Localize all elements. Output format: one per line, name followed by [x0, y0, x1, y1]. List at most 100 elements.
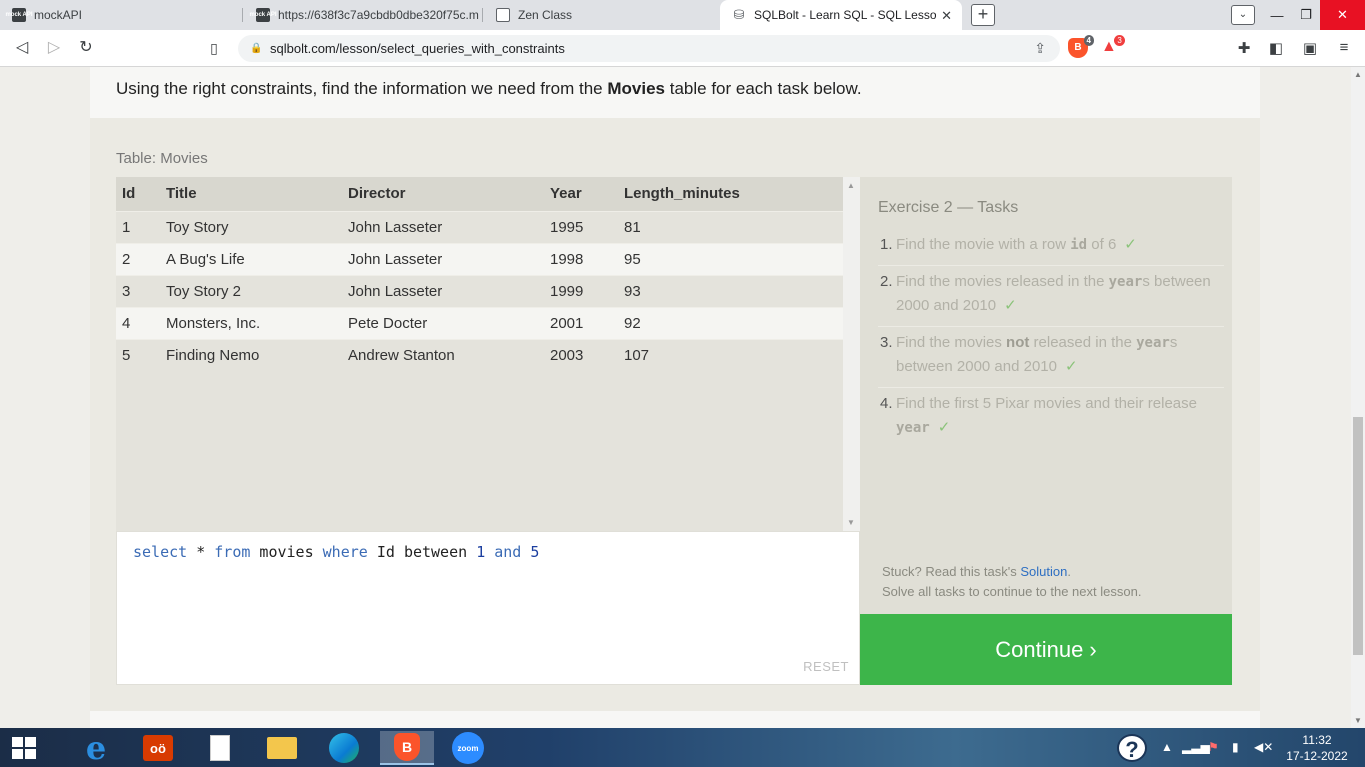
- scroll-up-arrow-icon[interactable]: ▲: [847, 181, 855, 190]
- table-scrollbar[interactable]: ▲ ▼: [843, 177, 860, 531]
- column-header: Id: [116, 177, 160, 211]
- task-code: year: [896, 420, 930, 436]
- task-text: Find the movie with a row: [896, 236, 1071, 253]
- check-icon: ✓: [937, 419, 951, 436]
- bookmark-icon[interactable]: ▯: [202, 37, 226, 59]
- sql-code[interactable]: select * from movies where Id between 1 …: [133, 543, 539, 561]
- table-cell: John Lasseter: [342, 274, 544, 307]
- close-tab-icon[interactable]: ✕: [941, 8, 952, 24]
- reset-button[interactable]: RESET: [803, 659, 849, 674]
- sidebar-icon[interactable]: ◧: [1266, 39, 1286, 57]
- tab-title: SQLBolt - Learn SQL - SQL Lesson: [754, 8, 936, 22]
- table-caption: Table: Movies: [116, 150, 208, 167]
- table-cell: 95: [618, 242, 843, 275]
- menu-icon[interactable]: ≡: [1334, 39, 1354, 56]
- intro-text: table for each task below.: [665, 79, 862, 98]
- url-bar[interactable]: 🔒 sqlbolt.com/lesson/select_queries_with…: [238, 35, 1060, 62]
- scroll-up-arrow-icon[interactable]: ▲: [1354, 70, 1362, 79]
- tab-separator: [242, 8, 243, 22]
- task-text: Find the first 5 Pixar movies and their …: [896, 395, 1197, 412]
- internet-explorer-icon[interactable]: e: [74, 729, 118, 767]
- database-icon: ⛁: [733, 7, 745, 22]
- tab-title: Zen Class: [518, 8, 573, 22]
- brave-browser-icon[interactable]: B: [380, 731, 434, 765]
- table-cell: Andrew Stanton: [342, 338, 544, 371]
- tab-search-button[interactable]: ⌄: [1231, 5, 1255, 25]
- tab-zen-class[interactable]: Zen Class: [484, 0, 718, 30]
- task-text: released in the: [1029, 334, 1137, 351]
- column-header: Director: [342, 177, 544, 211]
- sql-token: Id: [367, 543, 404, 561]
- lock-icon: 🔒: [250, 42, 263, 54]
- zoom-app-icon[interactable]: zoom: [446, 731, 490, 765]
- solution-link[interactable]: Solution: [1020, 564, 1067, 579]
- network-signal-icon[interactable]: ▂▃▅: [1182, 740, 1210, 754]
- brave-shield-icon[interactable]: B4: [1068, 35, 1094, 58]
- minimize-icon[interactable]: —: [1263, 0, 1291, 30]
- restore-icon[interactable]: ❐: [1292, 0, 1320, 30]
- scrollbar-thumb[interactable]: [1353, 417, 1363, 655]
- table-cell: Finding Nemo: [160, 338, 342, 371]
- table-cell: 1995: [544, 210, 618, 243]
- continue-button[interactable]: Continue ›: [860, 614, 1232, 685]
- table-cell: Toy Story 2: [160, 274, 342, 307]
- tab-sqlbolt[interactable]: ⛁ SQLBolt - Learn SQL - SQL Lesson ✕: [720, 0, 962, 30]
- table-header-row: Id Title Director Year Length_minutes: [116, 177, 843, 211]
- task-bold: not: [1006, 334, 1030, 351]
- task-text: of 6: [1087, 236, 1117, 253]
- sql-token: *: [187, 543, 215, 561]
- table-cell: Monsters, Inc.: [160, 306, 342, 339]
- table-cell: 2003: [544, 338, 618, 371]
- sql-editor[interactable]: select * from movies where Id between 1 …: [116, 531, 860, 685]
- intro-text: Using the right constraints, find the in…: [116, 79, 608, 98]
- office-app-label: oӧ: [143, 735, 173, 761]
- network-error-icon[interactable]: ⚑: [1208, 740, 1219, 754]
- browser-tab-strip: mock API mockAPI mock API https://638f3c…: [0, 0, 1365, 30]
- lesson-intro-card: Using the right constraints, find the in…: [90, 67, 1260, 118]
- system-clock[interactable]: 11:32 17-12-2022: [1282, 732, 1352, 764]
- new-tab-button[interactable]: +: [971, 4, 995, 26]
- scroll-down-arrow-icon[interactable]: ▼: [1354, 716, 1362, 725]
- window-close-icon[interactable]: ✕: [1320, 0, 1365, 30]
- reload-icon[interactable]: ↻: [74, 37, 98, 59]
- url-text[interactable]: sqlbolt.com/lesson/select_queries_with_c…: [270, 41, 565, 56]
- task-item: 4. Find the first 5 Pixar movies and thei…: [878, 388, 1224, 448]
- table-row: 1 Toy Story John Lasseter 1995 81: [116, 210, 843, 243]
- page-scrollbar[interactable]: ▲ ▼: [1351, 67, 1365, 728]
- forward-icon[interactable]: ▷: [42, 37, 66, 59]
- task-text: Find the movies: [896, 334, 1007, 351]
- edge-browser-icon[interactable]: [322, 731, 366, 765]
- share-icon[interactable]: ⇪: [1034, 40, 1046, 57]
- tab-mockapi-url[interactable]: mock API https://638f3c7a9cbdb0dbe320f75…: [244, 0, 480, 30]
- volume-muted-icon[interactable]: ◀✕: [1254, 740, 1273, 754]
- stuck-text: .: [1067, 564, 1071, 579]
- table-cell: 92: [618, 306, 843, 339]
- file-icon[interactable]: [198, 731, 242, 765]
- sql-number: 5: [530, 543, 540, 561]
- address-toolbar: ◁ ▷ ↻ ▯ 🔒 sqlbolt.com/lesson/select_quer…: [0, 30, 1365, 67]
- clock-date: 17-12-2022: [1286, 749, 1348, 763]
- office-app-icon[interactable]: oӧ: [136, 731, 180, 765]
- table-cell: 1: [116, 210, 160, 243]
- task-number: 3.: [880, 334, 893, 351]
- table-row: 4 Monsters, Inc. Pete Docter 2001 92: [116, 306, 843, 339]
- tray-overflow-icon[interactable]: ▲: [1161, 740, 1173, 754]
- scroll-down-arrow-icon[interactable]: ▼: [847, 518, 855, 527]
- brave-rewards-icon[interactable]: ▲ 3: [1101, 35, 1125, 56]
- help-icon[interactable]: ?: [1117, 734, 1147, 762]
- file-explorer-icon[interactable]: [260, 731, 304, 765]
- table-cell: 2001: [544, 306, 618, 339]
- wallet-icon[interactable]: ▣: [1300, 39, 1320, 57]
- table-row: 3 Toy Story 2 John Lasseter 1999 93: [116, 274, 843, 307]
- task-code: year: [1136, 335, 1170, 351]
- check-icon: ✓: [1124, 236, 1137, 253]
- battery-icon[interactable]: ▮: [1232, 740, 1239, 754]
- tab-mockapi[interactable]: mock API mockAPI: [0, 0, 242, 30]
- extensions-icon[interactable]: ✚: [1234, 39, 1254, 57]
- windows-start-icon[interactable]: [12, 737, 36, 759]
- back-icon[interactable]: ◁: [10, 37, 34, 59]
- task-item: 3. Find the movies not released in the ye…: [878, 327, 1224, 388]
- table-cell: 107: [618, 338, 843, 371]
- tab-title: mockAPI: [34, 8, 83, 22]
- tab-separator: [482, 8, 483, 22]
